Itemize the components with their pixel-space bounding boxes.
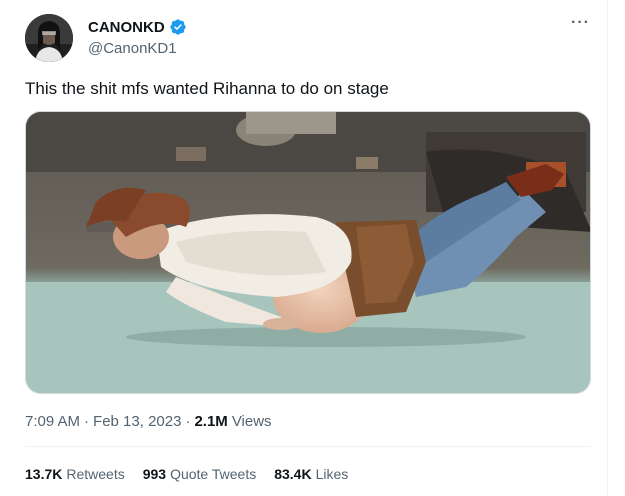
- likes-label: Likes: [315, 466, 349, 482]
- tweet-media-image[interactable]: [25, 111, 591, 394]
- tweet-stats: 13.7K Retweets 993 Quote Tweets 83.4K Li…: [25, 466, 348, 482]
- author-display-name[interactable]: CANONKD: [88, 19, 165, 36]
- tweet-text: This the shit mfs wanted Rihanna to do o…: [25, 79, 389, 98]
- meta-separator: ·: [84, 413, 90, 430]
- tweet-time[interactable]: 7:09 AM: [25, 413, 80, 430]
- tweet-date[interactable]: Feb 13, 2023: [93, 413, 181, 430]
- tweet-card: CANONKD @CanonKD1 ··· This the shit mfs …: [0, 0, 608, 496]
- verified-badge-icon: [169, 18, 187, 36]
- meta-separator: ·: [185, 413, 191, 430]
- avatar[interactable]: [25, 14, 73, 62]
- tweet-meta: 7:09 AM · Feb 13, 2023 · 2.1M Views: [25, 413, 272, 430]
- author-handle[interactable]: @CanonKD1: [88, 40, 177, 57]
- views-label: Views: [231, 413, 272, 430]
- author-name-row[interactable]: CANONKD: [88, 18, 187, 36]
- divider: [25, 446, 591, 447]
- likes-stat[interactable]: 83.4K Likes: [274, 466, 348, 482]
- retweets-stat[interactable]: 13.7K Retweets: [25, 466, 125, 482]
- quote-tweets-count: 993: [142, 466, 167, 482]
- more-options-icon[interactable]: ···: [571, 14, 590, 32]
- retweets-count: 13.7K: [25, 466, 63, 482]
- retweets-label: Retweets: [66, 466, 125, 482]
- quote-tweets-label: Quote Tweets: [170, 466, 257, 482]
- likes-count: 83.4K: [274, 466, 312, 482]
- quote-tweets-stat[interactable]: 993 Quote Tweets: [143, 466, 257, 482]
- views-count: 2.1M: [194, 413, 228, 430]
